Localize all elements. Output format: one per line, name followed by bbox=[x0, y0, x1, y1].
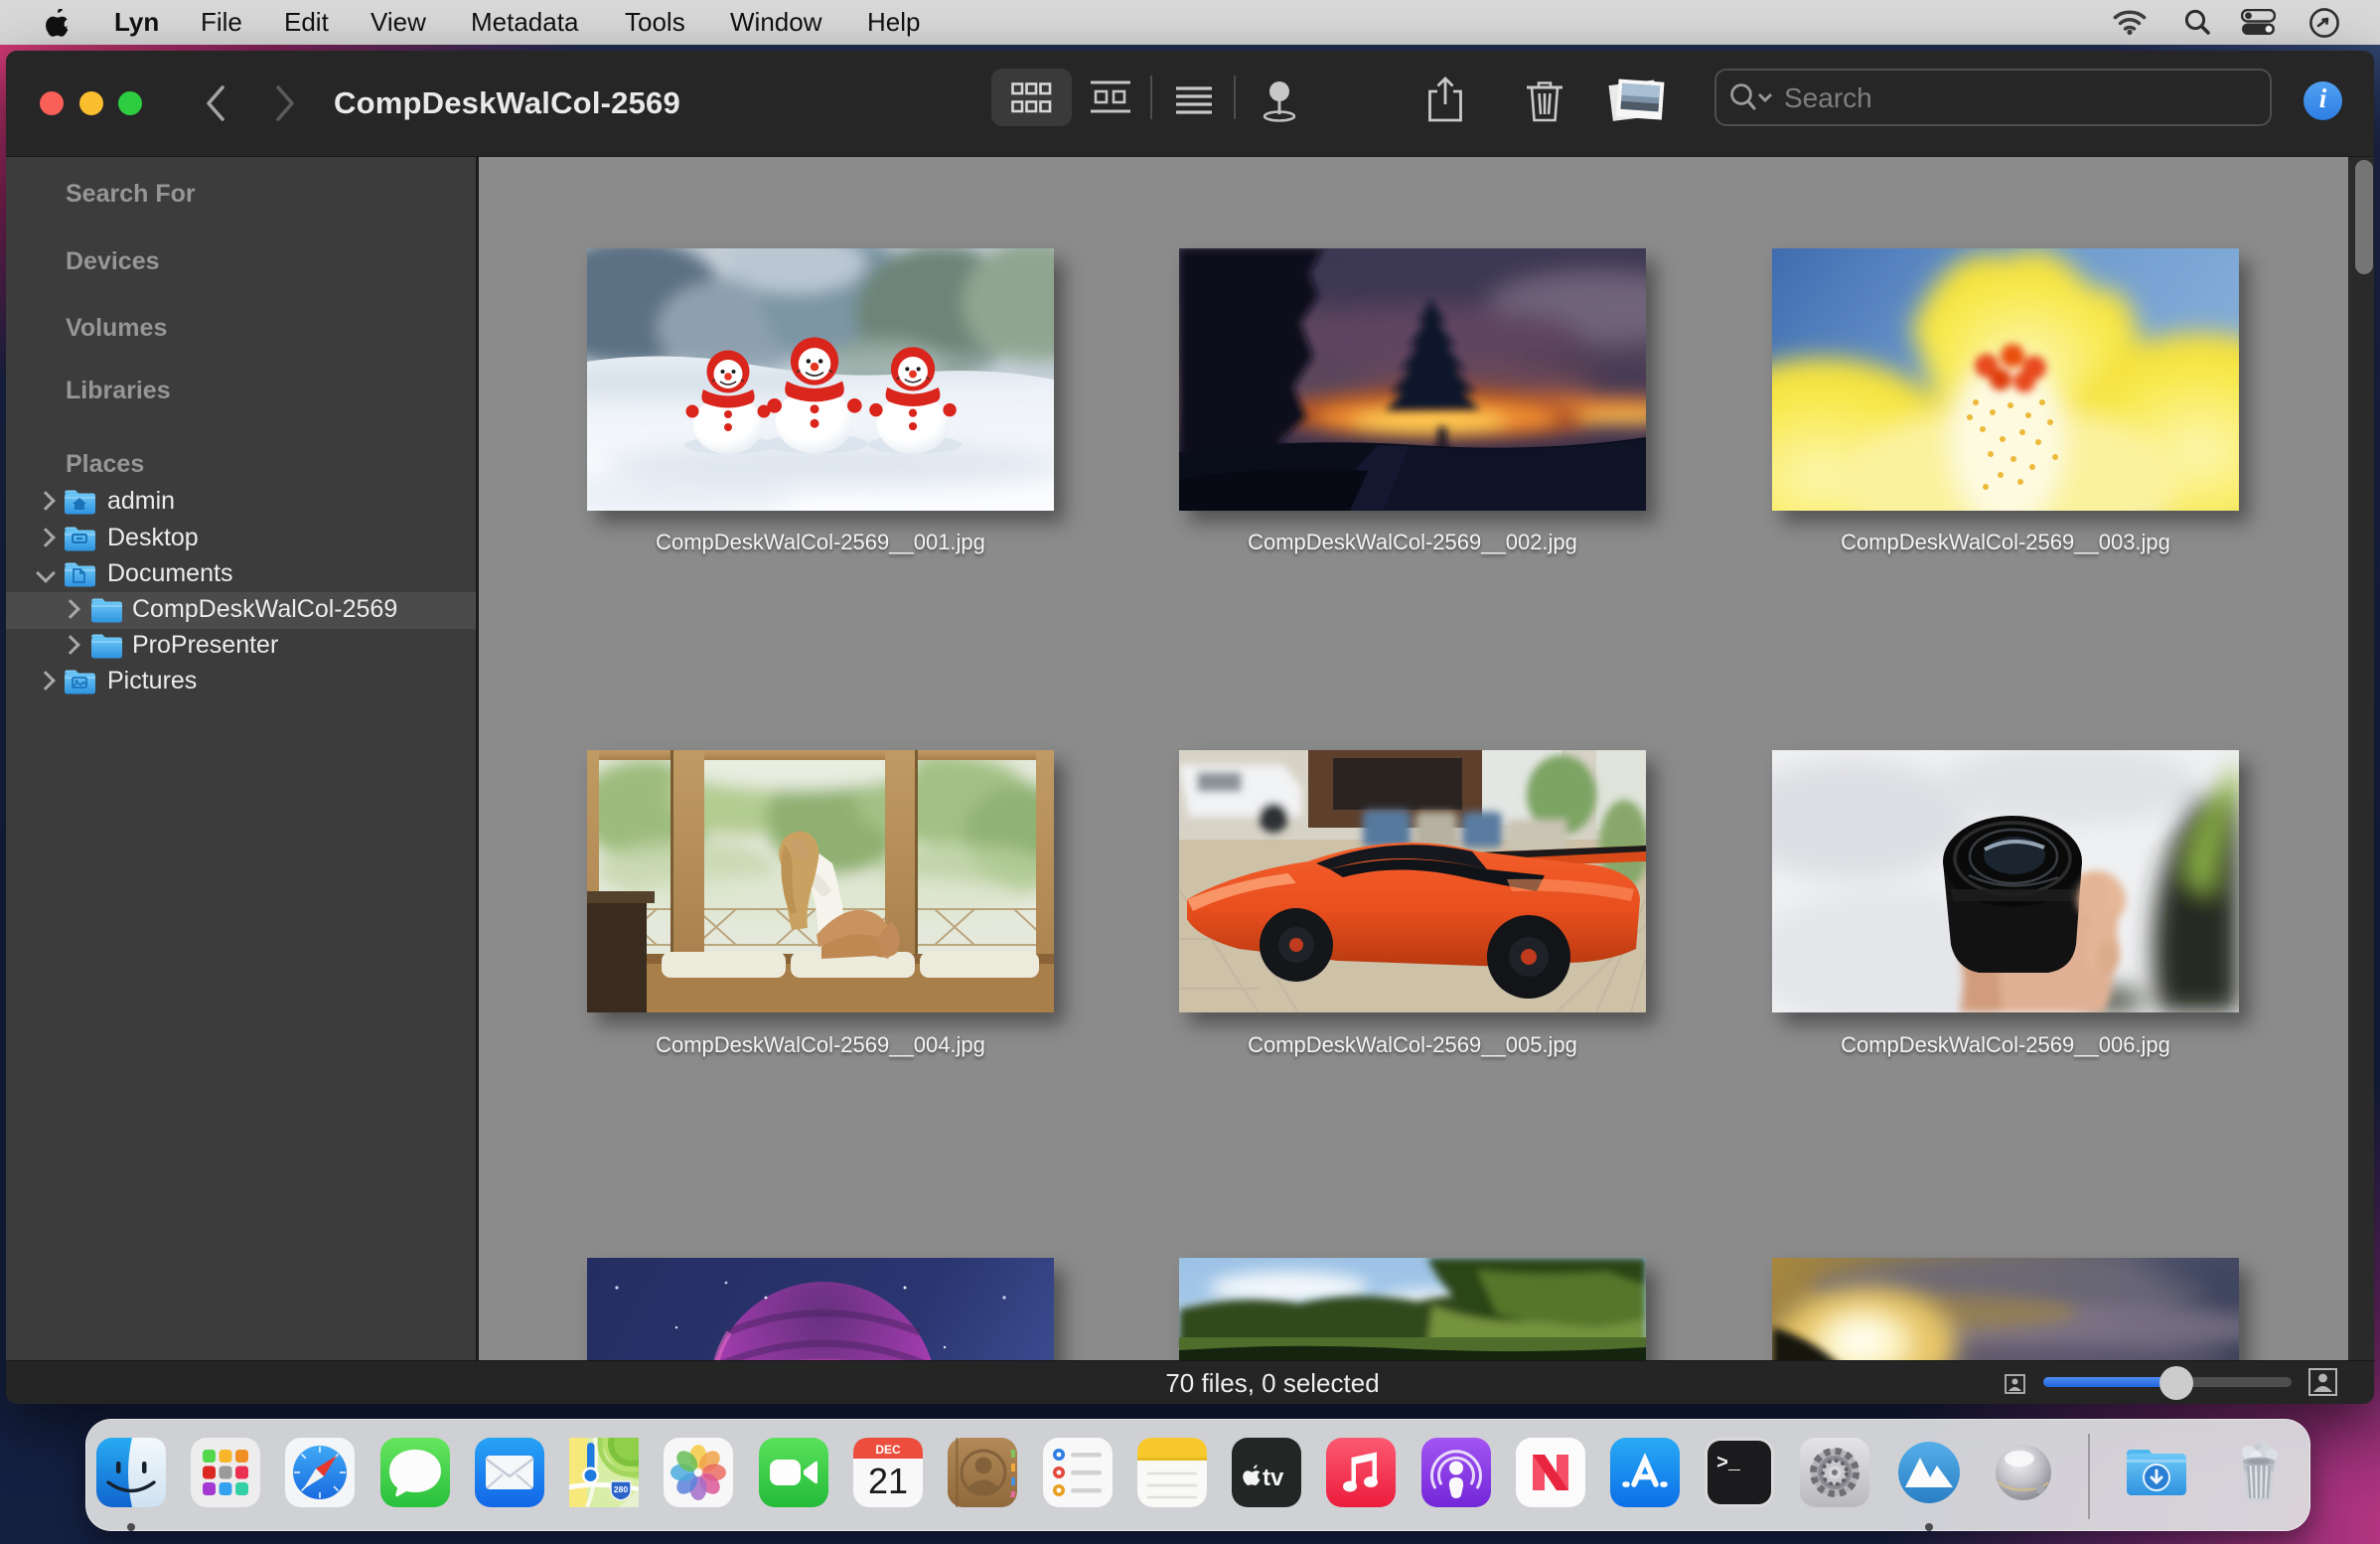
svg-text:DEC: DEC bbox=[875, 1443, 901, 1457]
svg-text:21: 21 bbox=[868, 1461, 908, 1501]
svg-text:tv: tv bbox=[1263, 1465, 1284, 1491]
svg-text:280: 280 bbox=[614, 1484, 628, 1494]
svg-text:>_: >_ bbox=[1716, 1453, 1741, 1475]
